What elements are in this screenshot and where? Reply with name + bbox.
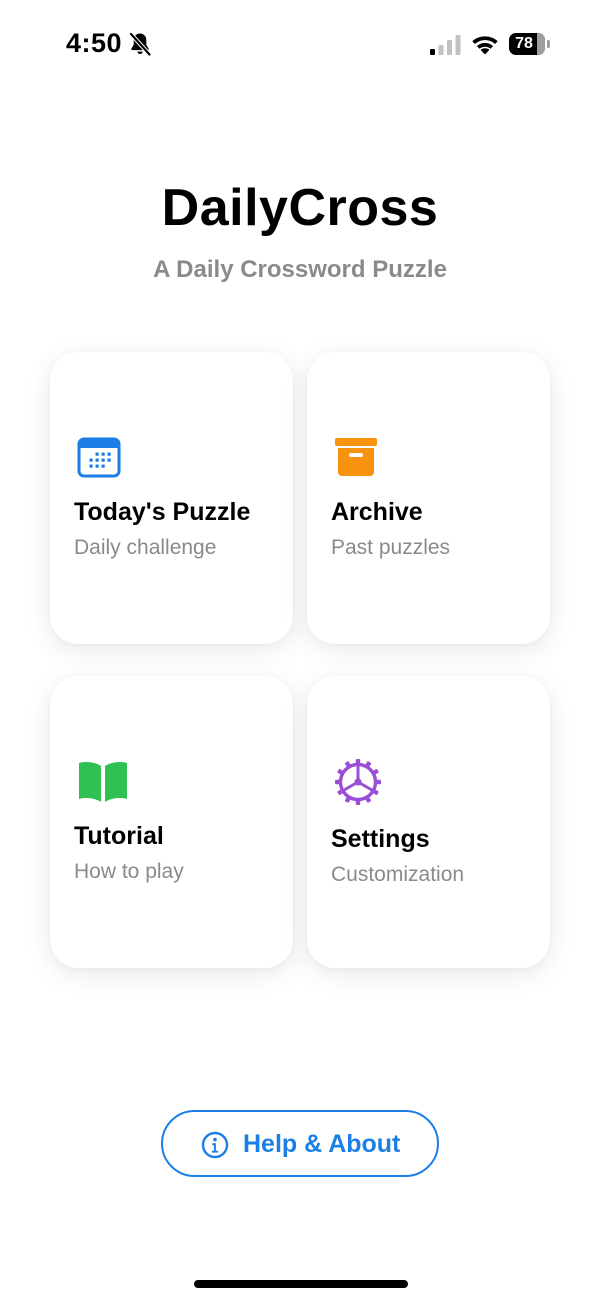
help-about-label: Help & About (243, 1130, 401, 1158)
card-title: Archive (331, 498, 423, 526)
wifi-icon (472, 36, 498, 55)
book-icon (79, 762, 127, 802)
card-title: Today's Puzzle (74, 498, 251, 526)
home-indicator[interactable] (194, 1280, 408, 1288)
help-about-button[interactable]: Help & About (161, 1110, 439, 1177)
card-subtitle: Customization (331, 863, 465, 886)
card-subtitle: How to play (74, 860, 184, 883)
bell-slash-icon (128, 31, 152, 57)
card-subtitle: Past puzzles (331, 536, 451, 559)
todays-puzzle-card[interactable]: Today's Puzzle Daily challenge (50, 352, 293, 644)
gear-icon (335, 759, 381, 805)
status-time: 4:50 (66, 28, 123, 58)
tutorial-card[interactable]: Tutorial How to play (50, 676, 293, 968)
battery-level: 78 (515, 35, 533, 52)
archive-card[interactable]: Archive Past puzzles (307, 352, 550, 644)
app-title: DailyCross (161, 179, 439, 237)
calendar-icon (77, 437, 121, 478)
battery-icon: 78 (509, 33, 551, 55)
info-circle-icon (201, 1131, 229, 1159)
card-title: Tutorial (74, 822, 164, 850)
cellular-signal-icon (430, 35, 461, 55)
status-bar: 4:50 78 (0, 0, 600, 90)
home-screen: 4:50 78 DailyCross A Daily Crossword Puz… (0, 0, 600, 1300)
card-subtitle: Daily challenge (74, 536, 217, 559)
card-title: Settings (331, 825, 430, 853)
app-subtitle: A Daily Crossword Puzzle (153, 256, 447, 283)
archive-box-icon (335, 438, 377, 476)
settings-card[interactable]: Settings Customization (307, 676, 550, 968)
